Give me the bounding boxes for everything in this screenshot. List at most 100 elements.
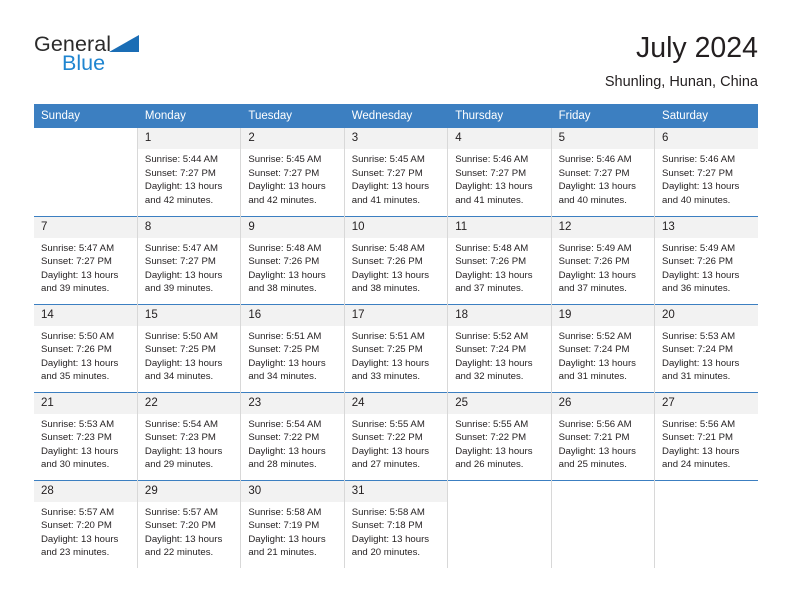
weekday-header-friday: Friday bbox=[551, 104, 656, 128]
sunset-text: Sunset: 7:26 PM bbox=[351, 256, 423, 268]
daylight-text: Daylight: 13 hours and 38 minutes. bbox=[351, 269, 430, 295]
calendar-day-cell[interactable]: 7 Sunrise: 5:47 AM Sunset: 7:27 PM Daylight… bbox=[34, 215, 138, 304]
daylight-text: Daylight: 13 hours and 21 minutes. bbox=[248, 533, 326, 559]
sunrise-text: Sunrise: 5:47 AM bbox=[41, 242, 115, 254]
calendar-day-cell[interactable]: 3 Sunrise: 5:45 AM Sunset: 7:27 PM Daylight… bbox=[344, 128, 449, 216]
sunrise-text: Sunrise: 5:48 AM bbox=[248, 242, 322, 254]
calendar-day-cell[interactable]: 9 Sunrise: 5:48 AM Sunset: 7:26 PM Daylight… bbox=[240, 215, 345, 304]
day-details: Sunrise: 5:53 AM Sunset: 7:24 PM Daylight:… bbox=[655, 326, 758, 384]
daylight-text: Daylight: 13 hours and 42 minutes. bbox=[248, 181, 326, 206]
daylight-text: Daylight: 13 hours and 27 minutes. bbox=[351, 445, 430, 471]
calendar-day-cell[interactable]: 10 Sunrise: 5:48 AM Sunset: 7:26 PM Dayligh… bbox=[344, 215, 449, 304]
calendar-day-cell[interactable]: 11 Sunrise: 5:48 AM Sunset: 7:26 PM Dayligh… bbox=[447, 215, 552, 304]
calendar-day-cell[interactable]: 29 Sunrise: 5:57 AM Sunset: 7:20 PM Dayligh… bbox=[137, 479, 242, 568]
day-number: 24 bbox=[344, 392, 448, 414]
daylight-text: Daylight: 13 hours and 32 minutes. bbox=[455, 357, 533, 383]
sunrise-text: Sunrise: 5:53 AM bbox=[41, 418, 115, 430]
day-number: 16 bbox=[241, 304, 344, 326]
sunset-text: Sunset: 7:25 PM bbox=[351, 344, 423, 356]
calendar-day-cell[interactable]: 18 Sunrise: 5:52 AM Sunset: 7:24 PM Dayligh… bbox=[447, 303, 552, 392]
weekday-header-wednesday: Wednesday bbox=[344, 104, 449, 128]
sunset-text: Sunset: 7:26 PM bbox=[558, 256, 630, 268]
day-details: Sunrise: 5:55 AM Sunset: 7:22 PM Daylight:… bbox=[448, 414, 550, 472]
day-details: Sunrise: 5:57 AM Sunset: 7:20 PM Daylight:… bbox=[34, 502, 137, 560]
day-details: Sunrise: 5:52 AM Sunset: 7:24 PM Daylight:… bbox=[552, 326, 654, 384]
day-details: Sunrise: 5:54 AM Sunset: 7:22 PM Daylight:… bbox=[241, 414, 343, 472]
calendar-day-cell[interactable]: 8 Sunrise: 5:47 AM Sunset: 7:27 PM Daylight… bbox=[137, 215, 242, 304]
weekday-header-tuesday: Tuesday bbox=[240, 104, 345, 128]
sunset-text: Sunset: 7:27 PM bbox=[455, 167, 527, 179]
weekday-header-saturday: Saturday bbox=[654, 104, 758, 128]
sunset-text: Sunset: 7:21 PM bbox=[662, 432, 733, 444]
calendar-empty-cell bbox=[447, 479, 552, 568]
calendar-day-cell[interactable]: 21 Sunrise: 5:53 AM Sunset: 7:23 PM Dayligh… bbox=[34, 391, 138, 480]
sunrise-text: Sunrise: 5:55 AM bbox=[455, 418, 529, 430]
sunrise-text: Sunrise: 5:57 AM bbox=[41, 506, 115, 518]
sunrise-text: Sunrise: 5:58 AM bbox=[248, 506, 322, 518]
calendar-day-cell[interactable]: 17 Sunrise: 5:51 AM Sunset: 7:25 PM Dayligh… bbox=[344, 303, 449, 392]
sunrise-text: Sunrise: 5:51 AM bbox=[351, 330, 425, 342]
day-number bbox=[448, 480, 551, 502]
sunrise-text: Sunrise: 5:50 AM bbox=[144, 330, 218, 342]
daylight-text: Daylight: 13 hours and 34 minutes. bbox=[248, 357, 326, 383]
calendar-day-cell[interactable]: 13 Sunrise: 5:49 AM Sunset: 7:26 PM Dayligh… bbox=[654, 215, 758, 304]
calendar-day-cell[interactable]: 14 Sunrise: 5:50 AM Sunset: 7:26 PM Dayligh… bbox=[34, 303, 138, 392]
sunrise-text: Sunrise: 5:48 AM bbox=[455, 242, 529, 254]
day-number: 2 bbox=[241, 128, 344, 149]
day-details: Sunrise: 5:50 AM Sunset: 7:25 PM Daylight:… bbox=[138, 326, 240, 384]
daylight-text: Daylight: 13 hours and 42 minutes. bbox=[144, 181, 223, 206]
calendar-day-cell[interactable]: 26 Sunrise: 5:56 AM Sunset: 7:21 PM Dayligh… bbox=[551, 391, 656, 480]
sunrise-text: Sunrise: 5:45 AM bbox=[351, 154, 425, 165]
calendar-day-cell[interactable]: 5 Sunrise: 5:46 AM Sunset: 7:27 PM Daylight… bbox=[551, 128, 656, 216]
day-details: Sunrise: 5:44 AM Sunset: 7:27 PM Daylight:… bbox=[138, 149, 240, 207]
calendar-day-cell[interactable]: 20 Sunrise: 5:53 AM Sunset: 7:24 PM Dayligh… bbox=[654, 303, 758, 392]
calendar-day-cell[interactable]: 16 Sunrise: 5:51 AM Sunset: 7:25 PM Dayligh… bbox=[240, 303, 345, 392]
day-details: Sunrise: 5:48 AM Sunset: 7:26 PM Daylight:… bbox=[448, 238, 550, 296]
calendar-day-cell[interactable]: 19 Sunrise: 5:52 AM Sunset: 7:24 PM Dayligh… bbox=[551, 303, 656, 392]
day-number: 19 bbox=[551, 304, 655, 326]
calendar-page: General Blue July 2024 Shunling, Hunan, … bbox=[0, 0, 792, 612]
calendar-day-cell[interactable]: 28 Sunrise: 5:57 AM Sunset: 7:20 PM Dayligh… bbox=[34, 479, 138, 568]
calendar-day-cell[interactable]: 6 Sunrise: 5:46 AM Sunset: 7:27 PM Daylight… bbox=[654, 128, 758, 216]
calendar-week-row: 28 Sunrise: 5:57 AM Sunset: 7:20 PM Dayligh… bbox=[34, 479, 758, 568]
calendar-day-cell[interactable]: 25 Sunrise: 5:55 AM Sunset: 7:22 PM Dayligh… bbox=[447, 391, 552, 480]
day-number: 23 bbox=[241, 392, 344, 414]
day-details: Sunrise: 5:47 AM Sunset: 7:27 PM Daylight:… bbox=[34, 238, 137, 296]
sunrise-text: Sunrise: 5:54 AM bbox=[248, 418, 322, 430]
daylight-text: Daylight: 13 hours and 25 minutes. bbox=[558, 445, 636, 471]
calendar-day-cell[interactable]: 31 Sunrise: 5:58 AM Sunset: 7:18 PM Dayligh… bbox=[344, 479, 449, 568]
general-blue-logo[interactable]: General Blue bbox=[34, 30, 214, 86]
calendar-day-cell[interactable]: 4 Sunrise: 5:46 AM Sunset: 7:27 PM Daylight… bbox=[447, 128, 552, 216]
day-number: 5 bbox=[551, 128, 655, 149]
sunrise-text: Sunrise: 5:51 AM bbox=[248, 330, 322, 342]
day-number: 6 bbox=[655, 128, 758, 149]
day-number bbox=[34, 128, 137, 149]
calendar-day-cell[interactable]: 1 Sunrise: 5:44 AM Sunset: 7:27 PM Daylight… bbox=[137, 128, 242, 216]
calendar-day-cell[interactable]: 2 Sunrise: 5:45 AM Sunset: 7:27 PM Daylight… bbox=[240, 128, 345, 216]
day-details: Sunrise: 5:55 AM Sunset: 7:22 PM Daylight:… bbox=[345, 414, 447, 472]
day-details: Sunrise: 5:45 AM Sunset: 7:27 PM Daylight:… bbox=[241, 149, 343, 207]
day-details: Sunrise: 5:54 AM Sunset: 7:23 PM Daylight:… bbox=[138, 414, 240, 472]
calendar-day-cell[interactable]: 12 Sunrise: 5:49 AM Sunset: 7:26 PM Dayligh… bbox=[551, 215, 656, 304]
calendar-day-cell[interactable]: 30 Sunrise: 5:58 AM Sunset: 7:19 PM Dayligh… bbox=[240, 479, 345, 568]
daylight-text: Daylight: 13 hours and 33 minutes. bbox=[351, 357, 430, 383]
title-block: July 2024 Shunling, Hunan, China bbox=[605, 30, 758, 90]
sunset-text: Sunset: 7:23 PM bbox=[41, 432, 112, 444]
calendar-day-cell[interactable]: 24 Sunrise: 5:55 AM Sunset: 7:22 PM Dayligh… bbox=[344, 391, 449, 480]
day-number: 31 bbox=[344, 480, 448, 502]
day-number: 29 bbox=[137, 480, 241, 502]
calendar-day-cell[interactable]: 15 Sunrise: 5:50 AM Sunset: 7:25 PM Dayligh… bbox=[137, 303, 242, 392]
day-number: 17 bbox=[344, 304, 448, 326]
sunrise-text: Sunrise: 5:55 AM bbox=[351, 418, 425, 430]
location-subtitle: Shunling, Hunan, China bbox=[604, 73, 758, 90]
calendar-empty-cell bbox=[551, 479, 656, 568]
daylight-text: Daylight: 13 hours and 24 minutes. bbox=[662, 445, 740, 471]
day-number: 9 bbox=[241, 216, 344, 238]
calendar-day-cell[interactable]: 23 Sunrise: 5:54 AM Sunset: 7:22 PM Dayligh… bbox=[240, 391, 345, 480]
calendar-day-cell[interactable]: 22 Sunrise: 5:54 AM Sunset: 7:23 PM Dayligh… bbox=[137, 391, 242, 480]
day-number: 4 bbox=[448, 128, 551, 149]
sunset-text: Sunset: 7:18 PM bbox=[351, 520, 423, 532]
calendar-day-cell[interactable]: 27 Sunrise: 5:56 AM Sunset: 7:21 PM Dayligh… bbox=[654, 391, 758, 480]
daylight-text: Daylight: 13 hours and 23 minutes. bbox=[41, 533, 119, 559]
daylight-text: Daylight: 13 hours and 30 minutes. bbox=[41, 445, 119, 471]
